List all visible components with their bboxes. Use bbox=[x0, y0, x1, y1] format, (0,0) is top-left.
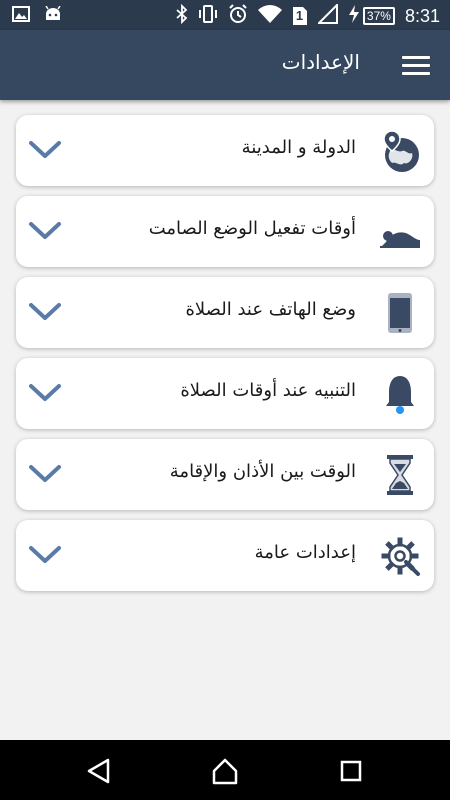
settings-item-label: وضع الهاتف عند الصلاة bbox=[185, 299, 356, 320]
settings-item-country-city[interactable]: الدولة و المدينة bbox=[16, 115, 434, 186]
recents-icon[interactable] bbox=[336, 756, 366, 786]
alarm-icon bbox=[228, 4, 248, 28]
prostration-icon bbox=[378, 210, 422, 254]
navigation-bar bbox=[0, 740, 450, 800]
battery-indicator: 37% bbox=[348, 5, 395, 27]
chevron-down-icon[interactable] bbox=[28, 301, 62, 323]
chevron-down-icon[interactable] bbox=[28, 220, 62, 242]
hamburger-menu-icon[interactable] bbox=[402, 52, 430, 78]
settings-item-label: أوقات تفعيل الوضع الصامت bbox=[148, 218, 356, 239]
settings-item-phone-mode-prayer[interactable]: وضع الهاتف عند الصلاة bbox=[16, 277, 434, 348]
vibrate-icon bbox=[198, 4, 218, 28]
chevron-down-icon[interactable] bbox=[28, 463, 62, 485]
globe-location-icon bbox=[378, 129, 422, 173]
settings-item-general[interactable]: إعدادات عامة bbox=[16, 520, 434, 591]
hourglass-icon bbox=[378, 453, 422, 497]
sim-icon: 1 bbox=[292, 6, 308, 26]
status-bar: 1 37% 8:31 bbox=[0, 0, 450, 30]
status-right-icons: 1 37% 8:31 bbox=[176, 2, 440, 28]
sim-number: 1 bbox=[295, 8, 304, 23]
battery-percent: 37% bbox=[362, 7, 395, 25]
signal-icon bbox=[316, 2, 338, 28]
settings-item-label: إعدادات عامة bbox=[254, 542, 356, 563]
settings-item-adhan-iqama-time[interactable]: الوقت بين الأذان والإقامة bbox=[16, 439, 434, 510]
status-time: 8:31 bbox=[404, 5, 440, 26]
android-icon bbox=[44, 5, 62, 26]
image-icon bbox=[12, 6, 30, 26]
status-left-icons bbox=[12, 5, 62, 26]
home-icon[interactable] bbox=[210, 756, 240, 786]
chevron-down-icon[interactable] bbox=[28, 382, 62, 404]
settings-item-label: الدولة و المدينة bbox=[241, 137, 356, 158]
charging-icon bbox=[348, 5, 360, 27]
page-title: الإعدادات bbox=[281, 50, 360, 74]
wifi-icon bbox=[257, 5, 282, 27]
settings-item-label: الوقت بين الأذان والإقامة bbox=[169, 461, 356, 482]
settings-item-label: التنبيه عند أوقات الصلاة bbox=[180, 380, 356, 401]
chevron-down-icon[interactable] bbox=[28, 139, 62, 161]
bluetooth-icon bbox=[176, 3, 188, 28]
settings-list: الدولة و المدينة أوقات تفعيل الوضع الصام… bbox=[16, 115, 434, 601]
phone-icon bbox=[378, 291, 422, 335]
settings-item-prayer-alerts[interactable]: التنبيه عند أوقات الصلاة bbox=[16, 358, 434, 429]
chevron-down-icon[interactable] bbox=[28, 544, 62, 566]
gear-wrench-icon bbox=[378, 534, 422, 578]
back-icon[interactable] bbox=[84, 756, 114, 786]
settings-item-silent-mode-times[interactable]: أوقات تفعيل الوضع الصامت bbox=[16, 196, 434, 267]
app-bar: الإعدادات bbox=[0, 30, 450, 100]
bell-icon bbox=[378, 372, 422, 416]
